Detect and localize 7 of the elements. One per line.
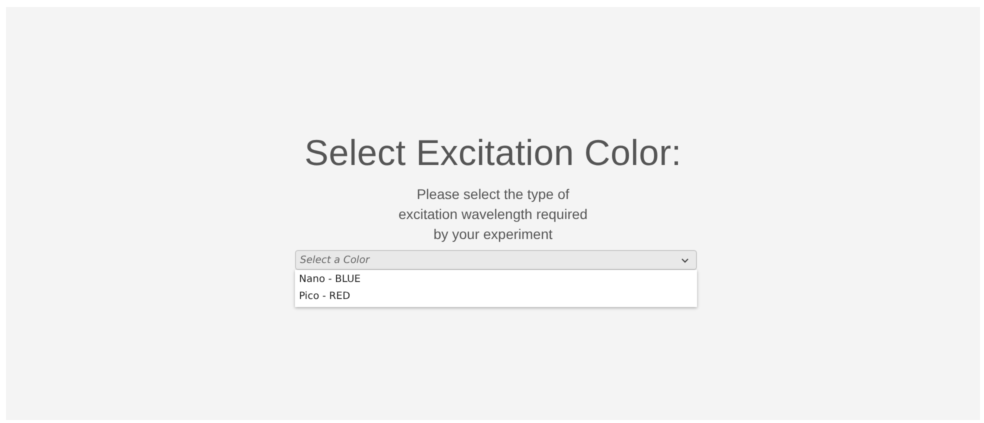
color-select[interactable]: Select a Color bbox=[295, 250, 697, 270]
dropdown-option[interactable]: Pico - RED bbox=[295, 288, 697, 305]
dropdown-option[interactable]: Nano - BLUE bbox=[295, 271, 697, 288]
description-text: Please select the type of excitation wavelength required by your experiment bbox=[398, 185, 588, 244]
chevron-down-icon bbox=[681, 258, 689, 262]
select-placeholder: Select a Color bbox=[300, 254, 370, 266]
page-title: Select Excitation Color: bbox=[304, 132, 682, 174]
